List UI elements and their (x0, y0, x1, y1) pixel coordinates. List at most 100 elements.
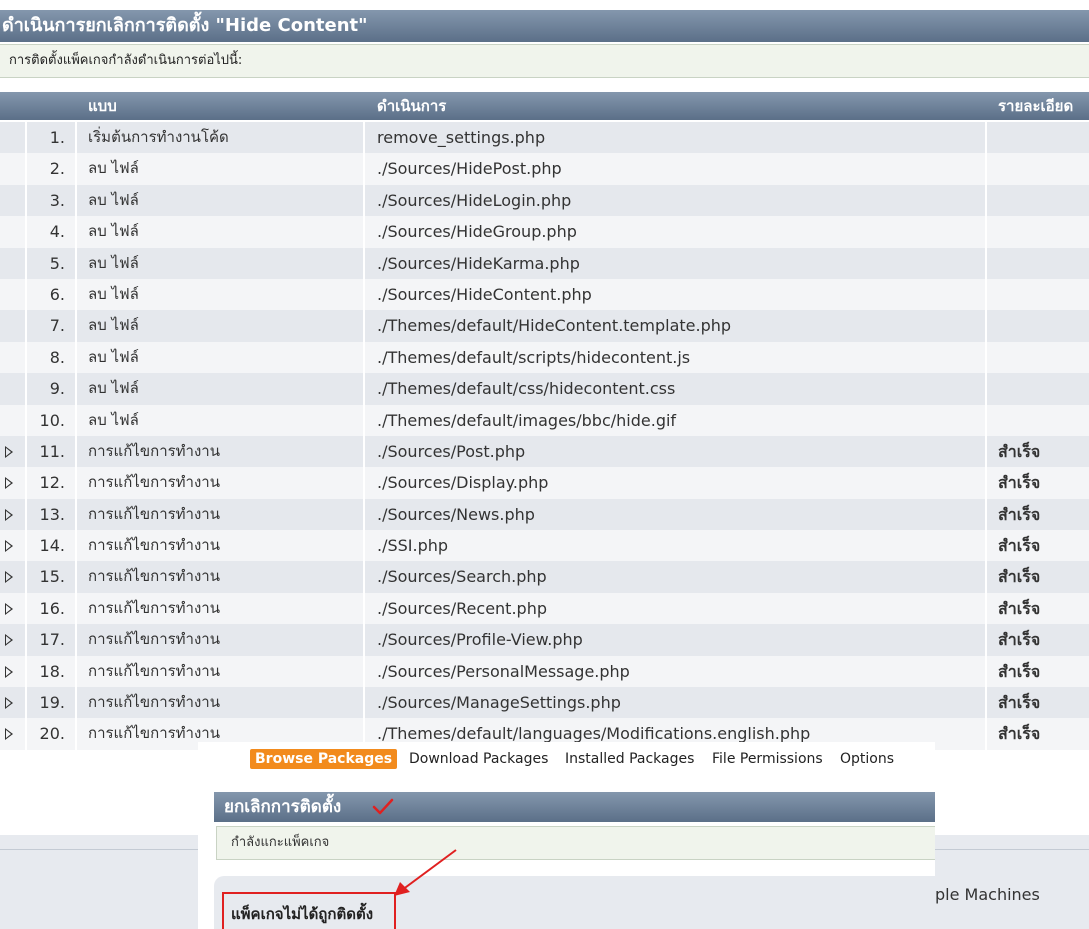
column-divider (25, 247, 27, 279)
expand-cell (0, 530, 25, 561)
column-divider (985, 216, 987, 248)
row-type: ลบ ไฟล์ (88, 253, 139, 272)
expand-triangle-icon[interactable] (5, 508, 13, 521)
column-divider (985, 592, 987, 625)
table-row: 16. การแก้ไขการทำงาน ./Sources/Recent.php ส… (0, 592, 1089, 625)
row-type: เริ่มต้นการทำงานโค้ด (88, 128, 229, 146)
row-type: การแก้ไขการทำงาน (88, 441, 220, 460)
row-type: การแก้ไขการทำงาน (88, 693, 220, 712)
row-type: การแก้ไขการทำงาน (88, 536, 220, 555)
row-details (987, 153, 1089, 184)
expand-triangle-icon[interactable] (5, 728, 13, 741)
header-details: รายละเอียด (998, 97, 1074, 115)
row-number: 19. (39, 693, 65, 713)
column-divider (25, 153, 27, 185)
menu-file-permissions[interactable]: File Permissions (712, 748, 823, 770)
row-action: ./Themes/default/scripts/hidecontent.js (377, 347, 691, 367)
table-row: 12. การแก้ไขการทำงาน ./Sources/Display.php… (0, 467, 1089, 499)
expand-cell (0, 467, 25, 498)
column-divider (25, 530, 27, 562)
column-divider (985, 498, 987, 531)
row-action: ./Sources/Post.php (377, 441, 526, 461)
column-divider (985, 341, 987, 374)
column-divider (75, 467, 77, 499)
row-number: 3. (49, 190, 65, 210)
row-type: การแก้ไขการทำงาน (88, 598, 220, 617)
row-action: ./Sources/ManageSettings.php (377, 693, 621, 713)
column-divider (363, 687, 365, 719)
row-action: ./Themes/default/css/hidecontent.css (377, 379, 676, 399)
expand-triangle-icon[interactable] (5, 634, 13, 647)
column-divider (985, 467, 987, 499)
footer-credit: ple Machines (935, 885, 1040, 904)
column-divider (75, 122, 77, 154)
row-action: ./Sources/News.php (377, 504, 535, 524)
column-divider (363, 341, 365, 374)
column-divider (363, 184, 365, 217)
expand-cell (0, 718, 25, 749)
expand-triangle-icon[interactable] (5, 477, 13, 490)
row-action: ./Sources/HideContent.php (377, 284, 592, 304)
column-divider (75, 655, 77, 688)
uninstall-title: ยกเลิกการติดตั้ง (214, 792, 935, 822)
column-divider (25, 718, 27, 750)
row-type: ลบ ไฟล์ (88, 222, 139, 241)
expand-triangle-icon[interactable] (5, 571, 13, 584)
row-type: ลบ ไฟล์ (88, 284, 139, 303)
row-action: ./Sources/Search.php (377, 567, 547, 587)
expand-cell (0, 153, 25, 184)
row-details: สำเร็จ (998, 441, 1041, 461)
menu-options[interactable]: Options (840, 748, 894, 770)
row-number: 7. (49, 316, 65, 336)
row-type: การแก้ไขการทำงาน (88, 504, 220, 523)
info-message: การติดตั้งแพ็คเกจกำลังดำเนินการต่อไปนี้: (0, 44, 1089, 78)
expand-triangle-icon[interactable] (5, 697, 13, 710)
menu-browse-packages[interactable]: Browse Packages (250, 749, 398, 769)
expand-cell (0, 593, 25, 624)
column-divider (985, 718, 987, 750)
expand-triangle-icon[interactable] (5, 602, 13, 615)
column-divider (25, 373, 27, 405)
column-divider (363, 655, 365, 688)
column-divider (985, 247, 987, 279)
column-divider (75, 341, 77, 374)
expand-cell (0, 342, 25, 373)
expand-cell (0, 436, 25, 467)
column-divider (25, 184, 27, 217)
expand-triangle-icon[interactable] (5, 445, 13, 458)
row-details (987, 122, 1089, 153)
row-action: ./Sources/HideLogin.php (377, 190, 572, 210)
column-divider (25, 687, 27, 719)
column-divider (75, 247, 77, 279)
row-details (987, 279, 1089, 310)
expand-cell (0, 122, 25, 153)
table-row: 13. การแก้ไขการทำงาน ./Sources/News.php สำเ… (0, 498, 1089, 531)
row-details: สำเร็จ (998, 598, 1041, 618)
row-details (987, 373, 1089, 404)
row-details (987, 248, 1089, 279)
column-divider (25, 216, 27, 248)
expand-triangle-icon[interactable] (5, 665, 13, 678)
expand-cell (0, 279, 25, 310)
expand-triangle-icon[interactable] (5, 540, 13, 553)
row-details: สำเร็จ (998, 693, 1041, 713)
menu-installed-packages[interactable]: Installed Packages (565, 748, 694, 770)
column-divider (75, 718, 77, 750)
row-number: 9. (49, 379, 65, 399)
row-action: ./Sources/HidePost.php (377, 159, 562, 179)
column-divider (25, 561, 27, 593)
menu-download-packages[interactable]: Download Packages (409, 748, 548, 770)
column-divider (985, 530, 987, 562)
row-number: 5. (49, 253, 65, 273)
column-divider (363, 561, 365, 593)
column-divider (985, 435, 987, 468)
row-type: การแก้ไขการทำงาน (88, 630, 220, 649)
column-divider (75, 373, 77, 405)
expand-cell (0, 185, 25, 216)
table-row: 17. การแก้ไขการทำงาน ./Sources/Profile-Vie… (0, 624, 1089, 656)
row-number: 18. (39, 661, 65, 681)
expand-cell (0, 687, 25, 718)
row-number: 16. (39, 598, 65, 618)
row-number: 6. (49, 284, 65, 304)
column-divider (25, 122, 27, 154)
